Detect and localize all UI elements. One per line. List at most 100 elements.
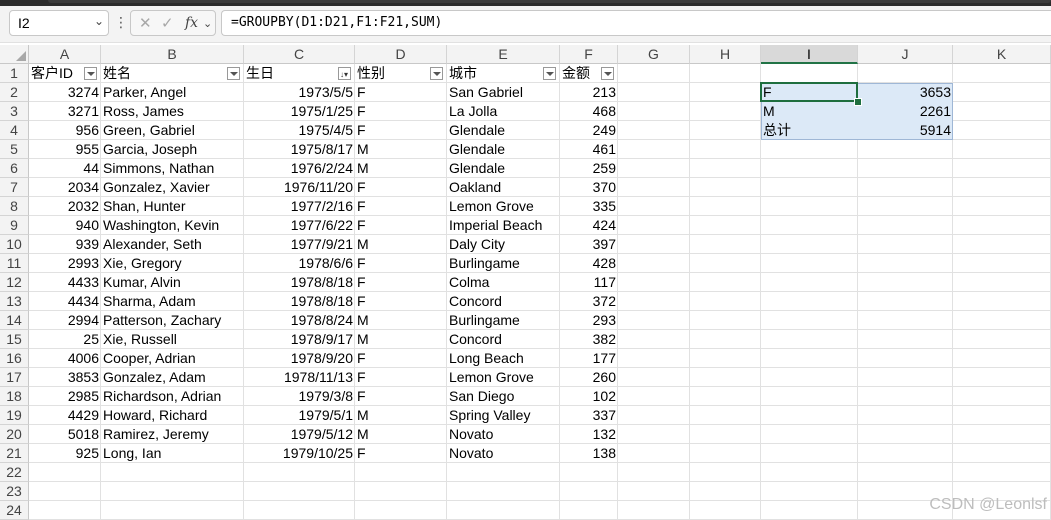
table-cell[interactable]: F	[355, 197, 447, 216]
row-header-20[interactable]: 20	[0, 425, 29, 444]
table-cell[interactable]: 1979/10/25	[244, 444, 355, 463]
row-header-9[interactable]: 9	[0, 216, 29, 235]
table-cell[interactable]: Long, Ian	[101, 444, 244, 463]
row-header-21[interactable]: 21	[0, 444, 29, 463]
table-cell[interactable]: 424	[560, 216, 618, 235]
table-cell[interactable]: 1978/9/20	[244, 349, 355, 368]
table-cell[interactable]: Xie, Gregory	[101, 254, 244, 273]
header-cell[interactable]: 性别	[355, 64, 431, 83]
table-cell[interactable]: Concord	[447, 292, 560, 311]
table-cell[interactable]: 1978/9/17	[244, 330, 355, 349]
table-cell[interactable]: 1976/2/24	[244, 159, 355, 178]
chevron-down-icon[interactable]: ⌄	[203, 17, 212, 30]
table-cell[interactable]: Glendale	[447, 159, 560, 178]
table-cell[interactable]: Lemon Grove	[447, 197, 560, 216]
row-header-23[interactable]: 23	[0, 482, 29, 501]
table-cell[interactable]: 1977/2/16	[244, 197, 355, 216]
table-cell[interactable]: Imperial Beach	[447, 216, 560, 235]
table-cell[interactable]: Oakland	[447, 178, 560, 197]
table-cell[interactable]: 259	[560, 159, 618, 178]
table-cell[interactable]: 1979/5/12	[244, 425, 355, 444]
table-cell[interactable]: Green, Gabriel	[101, 121, 244, 140]
row-header-14[interactable]: 14	[0, 311, 29, 330]
row-header-19[interactable]: 19	[0, 406, 29, 425]
header-cell[interactable]: 金额	[560, 64, 602, 83]
table-cell[interactable]: 1975/4/5	[244, 121, 355, 140]
table-cell[interactable]: 1978/11/13	[244, 368, 355, 387]
name-box[interactable]: I2 ⌄	[9, 10, 109, 36]
table-cell[interactable]: Long Beach	[447, 349, 560, 368]
table-cell[interactable]: M	[355, 159, 447, 178]
table-cell[interactable]: Novato	[447, 444, 560, 463]
table-cell[interactable]: F	[355, 178, 447, 197]
table-cell[interactable]: Simmons, Nathan	[101, 159, 244, 178]
table-cell[interactable]: 2034	[29, 178, 101, 197]
row-header-11[interactable]: 11	[0, 254, 29, 273]
row-header-12[interactable]: 12	[0, 273, 29, 292]
row-header-18[interactable]: 18	[0, 387, 29, 406]
table-cell[interactable]: 2994	[29, 311, 101, 330]
row-header-7[interactable]: 7	[0, 178, 29, 197]
result-cell[interactable]: 总计	[761, 121, 858, 140]
table-cell[interactable]: 397	[560, 235, 618, 254]
column-header-e[interactable]: E	[447, 45, 560, 64]
table-cell[interactable]: 1973/5/5	[244, 83, 355, 102]
table-cell[interactable]: M	[355, 406, 447, 425]
table-cell[interactable]: San Diego	[447, 387, 560, 406]
table-cell[interactable]: F	[355, 121, 447, 140]
header-cell[interactable]: 生日	[244, 64, 339, 83]
table-cell[interactable]: 102	[560, 387, 618, 406]
column-header-c[interactable]: C	[244, 45, 355, 64]
table-cell[interactable]: 260	[560, 368, 618, 387]
header-cell[interactable]: 姓名	[101, 64, 228, 83]
table-cell[interactable]: F	[355, 254, 447, 273]
table-cell[interactable]: Cooper, Adrian	[101, 349, 244, 368]
row-header-4[interactable]: 4	[0, 121, 29, 140]
table-cell[interactable]: Gonzalez, Adam	[101, 368, 244, 387]
row-header-17[interactable]: 17	[0, 368, 29, 387]
table-cell[interactable]: 4434	[29, 292, 101, 311]
table-cell[interactable]: Parker, Angel	[101, 83, 244, 102]
table-cell[interactable]: Glendale	[447, 121, 560, 140]
more-options-icon[interactable]: ⋮	[114, 14, 128, 31]
chevron-down-icon[interactable]: ⌄	[94, 14, 104, 28]
table-cell[interactable]: M	[355, 235, 447, 254]
table-cell[interactable]: 2993	[29, 254, 101, 273]
table-cell[interactable]: Concord	[447, 330, 560, 349]
table-cell[interactable]: 293	[560, 311, 618, 330]
table-cell[interactable]: 1978/8/24	[244, 311, 355, 330]
table-cell[interactable]: Xie, Russell	[101, 330, 244, 349]
table-cell[interactable]: 925	[29, 444, 101, 463]
header-cell[interactable]: 客户ID	[29, 64, 85, 83]
table-cell[interactable]: 117	[560, 273, 618, 292]
header-cell[interactable]: 城市	[447, 64, 544, 83]
table-cell[interactable]: Ross, James	[101, 102, 244, 121]
filter-dropdown-icon[interactable]	[430, 67, 443, 80]
row-header-6[interactable]: 6	[0, 159, 29, 178]
table-cell[interactable]: 461	[560, 140, 618, 159]
table-cell[interactable]: 249	[560, 121, 618, 140]
row-header-22[interactable]: 22	[0, 463, 29, 482]
table-cell[interactable]: F	[355, 273, 447, 292]
column-header-g[interactable]: G	[618, 45, 690, 64]
table-cell[interactable]: 138	[560, 444, 618, 463]
table-cell[interactable]: 940	[29, 216, 101, 235]
table-cell[interactable]: M	[355, 330, 447, 349]
table-cell[interactable]: 372	[560, 292, 618, 311]
formula-input[interactable]: =GROUPBY(D1:D21,F1:F21,SUM)	[221, 10, 1051, 36]
table-cell[interactable]: 1978/6/6	[244, 254, 355, 273]
table-cell[interactable]: 1976/11/20	[244, 178, 355, 197]
result-cell[interactable]: M	[761, 102, 858, 121]
table-cell[interactable]: F	[355, 349, 447, 368]
table-cell[interactable]: 955	[29, 140, 101, 159]
table-cell[interactable]: 382	[560, 330, 618, 349]
confirm-icon[interactable]: ✓	[161, 14, 174, 32]
column-header-k[interactable]: K	[953, 45, 1051, 64]
table-cell[interactable]: 468	[560, 102, 618, 121]
table-cell[interactable]: 3271	[29, 102, 101, 121]
table-cell[interactable]: 956	[29, 121, 101, 140]
table-cell[interactable]: 2985	[29, 387, 101, 406]
table-cell[interactable]: F	[355, 216, 447, 235]
column-header-b[interactable]: B	[101, 45, 244, 64]
table-cell[interactable]: 428	[560, 254, 618, 273]
